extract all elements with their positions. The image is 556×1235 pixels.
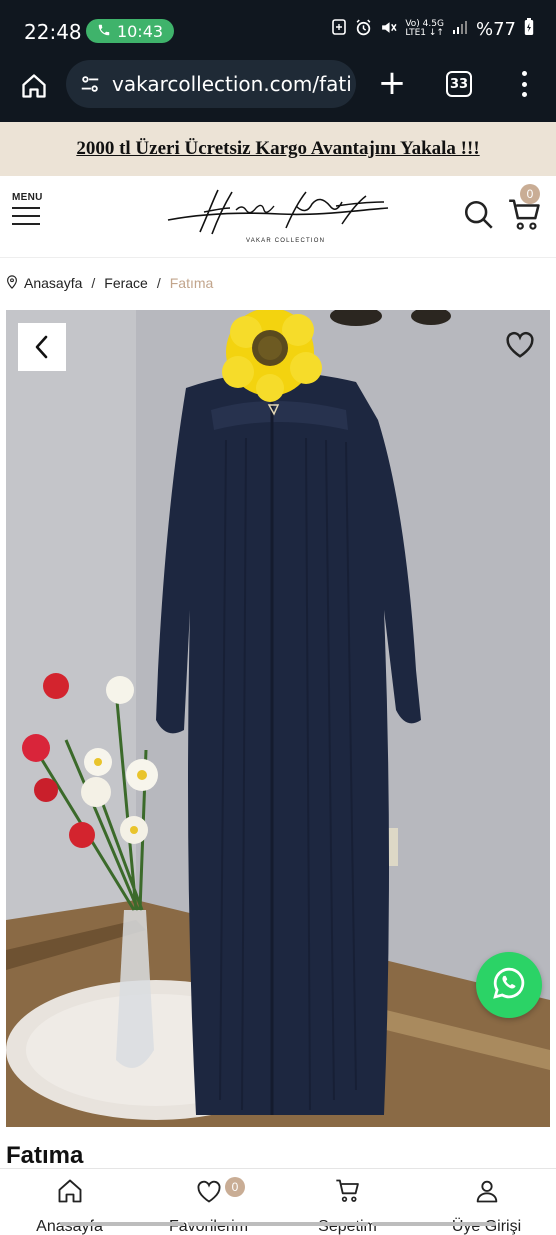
search-icon xyxy=(462,200,496,236)
home-icon xyxy=(56,1177,84,1210)
product-image[interactable] xyxy=(6,310,550,1127)
product-photo xyxy=(6,310,550,1127)
new-tab-button[interactable]: + xyxy=(374,66,410,102)
alarm-icon xyxy=(355,19,372,40)
call-duration: 10:43 xyxy=(116,21,164,41)
more-dot-icon xyxy=(521,92,527,97)
whatsapp-chat-button[interactable] xyxy=(476,952,542,1018)
hamburger-line xyxy=(12,215,40,217)
nav-favorites-label: Favorilerim xyxy=(168,1218,249,1235)
address-bar[interactable]: vakarcollection.com/fati xyxy=(66,60,356,108)
add-to-favorites-button[interactable] xyxy=(500,326,540,362)
heart-icon xyxy=(195,1177,223,1210)
nfc-icon xyxy=(331,19,347,39)
tab-switcher-button[interactable]: 33 xyxy=(446,71,472,97)
hamburger-icon xyxy=(12,207,40,209)
location-pin-icon xyxy=(6,274,18,292)
site-header: MENU VAKAR COLLECTION 0 xyxy=(0,176,556,258)
mute-icon xyxy=(380,19,397,40)
site-logo[interactable]: VAKAR COLLECTION xyxy=(160,184,396,250)
battery-level: %77 xyxy=(475,18,516,40)
menu-label: MENU xyxy=(12,192,43,203)
cart-icon xyxy=(334,1177,362,1210)
browser-toolbar: vakarcollection.com/fati + 33 xyxy=(0,60,556,122)
breadcrumb-separator: / xyxy=(91,275,96,291)
promo-link[interactable]: 2000 tl Üzeri Ücretsiz Kargo Avantajını … xyxy=(76,138,479,160)
site-settings-icon[interactable] xyxy=(76,70,104,98)
gesture-bar xyxy=(188,1222,368,1226)
breadcrumb-current: Fatıma xyxy=(169,275,214,291)
gesture-bar xyxy=(372,1222,496,1226)
heart-icon xyxy=(503,329,537,359)
browser-home-button[interactable] xyxy=(14,68,54,108)
hamburger-line xyxy=(12,223,40,225)
nav-cart-label: Sepetim xyxy=(318,1218,377,1235)
whatsapp-icon xyxy=(492,966,526,1005)
breadcrumb: Anasayfa / Ferace / Fatıma xyxy=(6,272,213,294)
ongoing-call-pill[interactable]: 10:43 xyxy=(86,19,174,43)
logo-caption: VAKAR COLLECTION xyxy=(246,238,325,244)
home-icon xyxy=(20,72,48,105)
url-text: vakarcollection.com/fati xyxy=(112,72,352,96)
more-dot-icon xyxy=(521,71,527,76)
chevron-left-icon xyxy=(32,334,52,360)
nav-home-label: Anasayfa xyxy=(36,1218,103,1235)
breadcrumb-category-link[interactable]: Ferace xyxy=(104,275,148,291)
promo-banner: 2000 tl Üzeri Ücretsiz Kargo Avantajını … xyxy=(0,122,556,176)
phone-icon xyxy=(97,22,111,41)
user-icon xyxy=(473,1177,501,1210)
breadcrumb-home-link[interactable]: Anasayfa xyxy=(24,275,82,291)
previous-image-button[interactable] xyxy=(18,323,66,371)
clock: 22:48 xyxy=(24,20,82,44)
cart-count-badge: 0 xyxy=(520,184,540,204)
battery-icon xyxy=(524,18,534,40)
status-bar: 22:48 10:43 Vo) 4.5G LTE1 ↓↑ %77 xyxy=(0,0,556,60)
nav-account-label: Üye Girişi xyxy=(451,1218,522,1235)
network-indicator: Vo) 4.5G LTE1 ↓↑ xyxy=(405,19,444,38)
product-title: Fatıma xyxy=(6,1142,84,1169)
menu-button[interactable]: MENU xyxy=(12,192,48,232)
header-cart-button[interactable]: 0 xyxy=(506,184,546,238)
status-icons: Vo) 4.5G LTE1 ↓↑ %77 xyxy=(331,18,534,40)
browser-menu-button[interactable] xyxy=(512,68,536,100)
more-dot-icon xyxy=(521,81,527,87)
breadcrumb-separator: / xyxy=(156,275,161,291)
signal-icon xyxy=(452,20,468,38)
gesture-bar xyxy=(60,1222,184,1226)
cart-icon xyxy=(506,199,544,238)
search-button[interactable] xyxy=(462,198,496,232)
favorites-count-badge: 0 xyxy=(225,1177,245,1197)
